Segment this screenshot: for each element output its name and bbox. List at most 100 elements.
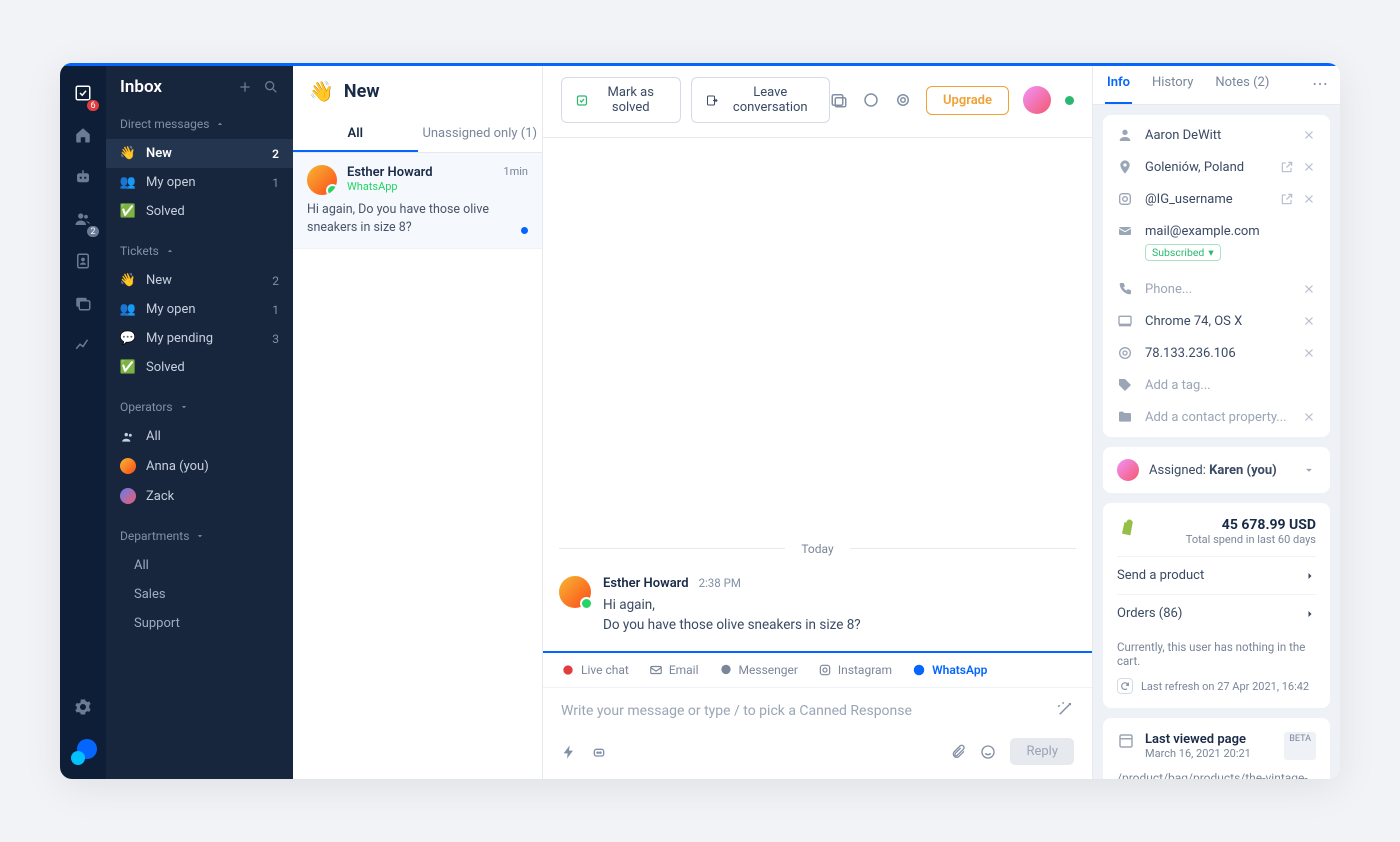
emoji-icon[interactable] (980, 744, 996, 760)
last-viewed-card: Last viewed page March 16, 2021 20:21 BE… (1103, 718, 1330, 779)
bot-reply-icon[interactable] (591, 744, 607, 760)
avatar (307, 165, 337, 195)
sidebar-item-tk-pending[interactable]: 💬My pending3 (106, 324, 293, 353)
close-icon[interactable] (1302, 128, 1316, 142)
send-product-button[interactable]: Send a product (1117, 556, 1316, 594)
attachment-icon[interactable] (950, 744, 966, 760)
close-icon[interactable] (1302, 346, 1316, 360)
channel-tab-messenger[interactable]: Messenger (719, 663, 798, 677)
location-icon (1117, 159, 1133, 175)
search-icon[interactable] (263, 79, 279, 95)
tab-unassigned[interactable]: Unassigned only (1) (418, 117, 543, 152)
page-icon (1117, 732, 1135, 750)
conv-source: WhatsApp (347, 180, 433, 193)
folder-icon (1117, 409, 1133, 425)
broadcast-icon[interactable] (894, 91, 912, 109)
beta-badge: BETA (1284, 732, 1316, 760)
refresh-button[interactable] (1117, 678, 1133, 694)
people-icon[interactable]: 2 (67, 203, 99, 235)
close-icon[interactable] (1302, 192, 1316, 206)
conversation-item[interactable]: Esther Howard WhatsApp 1min Hi again, Do… (293, 153, 542, 249)
channel-tab-whatsapp[interactable]: WhatsApp (912, 663, 987, 677)
close-icon[interactable] (1302, 410, 1316, 424)
tab-notes[interactable]: Notes (2) (1213, 63, 1271, 104)
conv-time: 1min (503, 165, 528, 178)
sidebar-item-op-zack[interactable]: Zack (106, 481, 293, 511)
chat-date-divider: Today (559, 528, 1076, 570)
settings-icon[interactable] (67, 691, 99, 723)
sidebar-title: Inbox (120, 77, 162, 97)
close-icon[interactable] (1302, 282, 1316, 296)
message-text: Hi again,Do you have those olive sneaker… (603, 595, 861, 636)
external-link-icon[interactable] (1280, 192, 1294, 206)
assigned-card[interactable]: Assigned: Karen (you) (1103, 447, 1330, 493)
sidebar-item-dm-new[interactable]: 👋New2 (106, 139, 293, 168)
contact-email[interactable]: mail@example.com (1145, 224, 1316, 239)
external-link-icon[interactable] (1280, 160, 1294, 174)
property-input[interactable]: Add a contact property... (1145, 410, 1290, 425)
contacts-icon[interactable] (67, 245, 99, 277)
chat-widget-icon[interactable] (69, 739, 97, 767)
upgrade-button[interactable]: Upgrade (926, 86, 1009, 115)
sidebar-item-op-anna[interactable]: Anna (you) (106, 451, 293, 481)
sidebar-item-dm-solved[interactable]: ✅Solved (106, 197, 293, 226)
flash-icon[interactable] (561, 744, 577, 760)
reply-button[interactable]: Reply (1010, 738, 1074, 765)
status-online-icon (1065, 96, 1074, 105)
channel-tab-instagram[interactable]: Instagram (818, 663, 892, 677)
lv-date: March 16, 2021 20:21 (1145, 747, 1251, 760)
section-tickets[interactable]: Tickets (106, 236, 293, 266)
section-departments[interactable]: Departments (106, 521, 293, 551)
close-icon[interactable] (1302, 160, 1316, 174)
app-logo-icon[interactable]: 6 (67, 77, 99, 109)
notification-badge: 6 (86, 99, 100, 112)
cart-note: Currently, this user has nothing in the … (1117, 632, 1316, 672)
channel-tab-email[interactable]: Email (649, 663, 699, 677)
contact-location[interactable]: Goleniów, Poland (1145, 160, 1268, 175)
news-icon[interactable] (830, 91, 848, 109)
sidebar-item-op-all[interactable]: All (106, 422, 293, 451)
subscribed-badge[interactable]: Subscribed ▾ (1145, 244, 1221, 261)
conversation-list: 👋 New All Unassigned only (1) Esther How… (293, 63, 543, 779)
section-direct-messages[interactable]: Direct messages (106, 109, 293, 139)
shopify-icon (1117, 517, 1137, 537)
avatar (1117, 459, 1139, 481)
contact-instagram[interactable]: @IG_username (1145, 192, 1268, 207)
wave-icon: 👋 (309, 79, 334, 103)
phone-input[interactable]: Phone... (1145, 282, 1290, 297)
contact-name[interactable]: Aaron DeWitt (1145, 128, 1290, 143)
message-input[interactable] (561, 703, 1056, 719)
mark-solved-button[interactable]: Mark as solved (561, 77, 681, 123)
magic-wand-icon[interactable] (1056, 700, 1074, 722)
lv-title: Last viewed page (1145, 732, 1251, 747)
analytics-icon[interactable] (67, 329, 99, 361)
add-icon[interactable] (237, 79, 253, 95)
sidebar-item-tk-solved[interactable]: ✅Solved (106, 353, 293, 382)
leave-conversation-button[interactable]: Leave conversation (691, 77, 830, 123)
sidebar-item-dept-sales[interactable]: Sales (106, 580, 293, 609)
sidebar-item-dept-all[interactable]: All (106, 551, 293, 580)
sidebar-item-tk-myopen[interactable]: 👥My open1 (106, 295, 293, 324)
bot-icon[interactable] (67, 161, 99, 193)
sync-icon[interactable] (862, 91, 880, 109)
orders-button[interactable]: Orders (86) (1117, 594, 1316, 632)
main-pane: Mark as solved Leave conversation Upgrad… (543, 63, 1092, 779)
contact-browser: Chrome 74, OS X (1145, 314, 1290, 329)
tab-info[interactable]: Info (1105, 63, 1132, 104)
close-icon[interactable] (1302, 314, 1316, 328)
chevron-right-icon (1304, 608, 1316, 620)
sidebar-item-dept-support[interactable]: Support (106, 609, 293, 638)
sidebar-item-tk-new[interactable]: 👋New2 (106, 266, 293, 295)
tag-input[interactable]: Add a tag... (1145, 378, 1316, 393)
tab-all[interactable]: All (293, 117, 418, 152)
chevron-down-icon (1302, 463, 1316, 477)
campaigns-icon[interactable] (67, 287, 99, 319)
lv-url[interactable]: /product/bag/products/the-vintage-messen… (1117, 770, 1316, 779)
home-icon[interactable] (67, 119, 99, 151)
user-avatar[interactable] (1023, 86, 1051, 114)
section-operators[interactable]: Operators (106, 392, 293, 422)
more-icon[interactable]: ⋯ (1312, 74, 1328, 93)
tab-history[interactable]: History (1150, 63, 1195, 104)
sidebar-item-dm-myopen[interactable]: 👥My open1 (106, 168, 293, 197)
channel-tab-livechat[interactable]: Live chat (561, 663, 629, 677)
